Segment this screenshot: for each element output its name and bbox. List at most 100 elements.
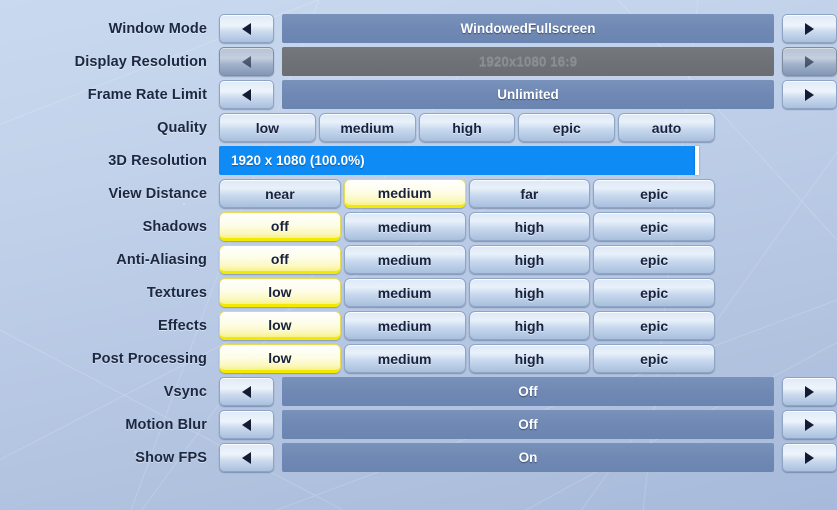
segmented-control-view-distance: near medium far epic xyxy=(219,179,715,208)
prev-frame-rate-limit-button[interactable] xyxy=(219,80,274,109)
next-vsync-button[interactable] xyxy=(782,377,837,406)
option-view-distance-near[interactable]: near xyxy=(219,179,341,208)
setting-row-frame-rate-limit: Frame Rate Limit Unlimited xyxy=(0,78,837,111)
option-quality-medium[interactable]: medium xyxy=(318,113,416,142)
next-window-mode-button[interactable] xyxy=(782,14,837,43)
left-arrow-icon xyxy=(242,88,251,101)
setting-value-display-resolution: 1920x1080 16:9 xyxy=(282,47,774,76)
prev-display-resolution-button xyxy=(219,47,274,76)
option-view-distance-medium[interactable]: medium xyxy=(343,179,466,208)
left-arrow-icon xyxy=(242,55,251,68)
option-effects-epic[interactable]: epic xyxy=(593,311,715,340)
setting-label-show-fps: Show FPS xyxy=(135,449,207,466)
segmented-control-anti-aliasing: off medium high epic xyxy=(219,245,715,274)
option-anti-aliasing-medium[interactable]: medium xyxy=(343,245,466,274)
right-arrow-icon xyxy=(805,385,814,398)
segmented-control-textures: low medium high epic xyxy=(219,278,715,307)
setting-controls-effects: low medium high epic xyxy=(219,311,837,340)
right-arrow-icon xyxy=(805,88,814,101)
setting-controls-anti-aliasing: off medium high epic xyxy=(219,245,837,274)
next-display-resolution-button xyxy=(782,47,837,76)
option-shadows-medium[interactable]: medium xyxy=(343,212,466,241)
setting-controls-3d-resolution: 1920 x 1080 (100.0%) xyxy=(219,146,837,175)
option-effects-high[interactable]: high xyxy=(468,311,591,340)
option-shadows-off[interactable]: off xyxy=(219,212,341,241)
setting-controls-frame-rate-limit: Unlimited xyxy=(219,80,837,109)
setting-label-vsync: Vsync xyxy=(163,383,207,400)
option-shadows-epic[interactable]: epic xyxy=(593,212,715,241)
setting-value-frame-rate-limit[interactable]: Unlimited xyxy=(282,80,774,109)
video-settings-panel: Window Mode WindowedFullscreen Display Res… xyxy=(0,0,837,510)
option-anti-aliasing-high[interactable]: high xyxy=(468,245,591,274)
prev-show-fps-button[interactable] xyxy=(219,443,274,472)
setting-controls-window-mode: WindowedFullscreen xyxy=(219,14,837,43)
option-quality-high[interactable]: high xyxy=(418,113,516,142)
option-quality-epic[interactable]: epic xyxy=(518,113,616,142)
setting-value-window-mode[interactable]: WindowedFullscreen xyxy=(282,14,774,43)
option-post-processing-high[interactable]: high xyxy=(468,344,591,373)
setting-row-effects: Effects low medium high epic xyxy=(0,309,837,342)
setting-row-3d-resolution: 3D Resolution 1920 x 1080 (100.0%) xyxy=(0,144,837,177)
setting-label-quality: Quality xyxy=(157,119,207,136)
setting-row-window-mode: Window Mode WindowedFullscreen xyxy=(0,12,837,45)
setting-controls-shadows: off medium high epic xyxy=(219,212,837,241)
setting-value-motion-blur[interactable]: Off xyxy=(282,410,774,439)
setting-label-post-processing: Post Processing xyxy=(91,350,207,367)
setting-label-frame-rate-limit: Frame Rate Limit xyxy=(87,86,207,103)
option-textures-low[interactable]: low xyxy=(219,278,341,307)
option-anti-aliasing-epic[interactable]: epic xyxy=(593,245,715,274)
setting-controls-vsync: Off xyxy=(219,377,837,406)
next-frame-rate-limit-button[interactable] xyxy=(782,80,837,109)
next-motion-blur-button[interactable] xyxy=(782,410,837,439)
option-quality-low[interactable]: low xyxy=(219,113,316,142)
setting-row-shadows: Shadows off medium high epic xyxy=(0,210,837,243)
option-post-processing-medium[interactable]: medium xyxy=(343,344,466,373)
setting-label-anti-aliasing: Anti-Aliasing xyxy=(116,251,207,268)
setting-row-display-resolution: Display Resolution 1920x1080 16:9 xyxy=(0,45,837,78)
slider-handle-3d-resolution[interactable] xyxy=(695,146,699,175)
right-arrow-icon xyxy=(805,418,814,431)
setting-label-effects: Effects xyxy=(157,317,207,334)
segmented-control-effects: low medium high epic xyxy=(219,311,715,340)
setting-row-anti-aliasing: Anti-Aliasing off medium high epic xyxy=(0,243,837,276)
setting-label-shadows: Shadows xyxy=(142,218,207,235)
option-effects-low[interactable]: low xyxy=(219,311,341,340)
setting-label-view-distance: View Distance xyxy=(108,185,207,202)
option-anti-aliasing-off[interactable]: off xyxy=(219,245,341,274)
option-textures-epic[interactable]: epic xyxy=(593,278,715,307)
setting-controls-show-fps: On xyxy=(219,443,837,472)
prev-motion-blur-button[interactable] xyxy=(219,410,274,439)
setting-row-textures: Textures low medium high epic xyxy=(0,276,837,309)
setting-controls-textures: low medium high epic xyxy=(219,278,837,307)
prev-vsync-button[interactable] xyxy=(219,377,274,406)
right-arrow-icon xyxy=(805,451,814,464)
option-textures-high[interactable]: high xyxy=(468,278,591,307)
setting-controls-quality: low medium high epic auto xyxy=(219,113,837,142)
option-shadows-high[interactable]: high xyxy=(468,212,591,241)
segmented-control-quality: low medium high epic auto xyxy=(219,113,715,142)
option-post-processing-epic[interactable]: epic xyxy=(593,344,715,373)
setting-label-textures: Textures xyxy=(146,284,207,301)
setting-row-vsync: Vsync Off xyxy=(0,375,837,408)
setting-controls-motion-blur: Off xyxy=(219,410,837,439)
option-post-processing-low[interactable]: low xyxy=(219,344,341,373)
left-arrow-icon xyxy=(242,451,251,464)
setting-label-display-resolution: Display Resolution xyxy=(74,53,207,70)
setting-value-vsync[interactable]: Off xyxy=(282,377,774,406)
right-arrow-icon xyxy=(805,22,814,35)
segmented-control-post-processing: low medium high epic xyxy=(219,344,715,373)
option-view-distance-epic[interactable]: epic xyxy=(593,179,715,208)
slider-3d-resolution[interactable]: 1920 x 1080 (100.0%) xyxy=(219,146,699,175)
setting-label-motion-blur: Motion Blur xyxy=(125,416,207,433)
setting-label-3d-resolution: 3D Resolution xyxy=(108,152,207,169)
left-arrow-icon xyxy=(242,385,251,398)
setting-value-show-fps[interactable]: On xyxy=(282,443,774,472)
option-effects-medium[interactable]: medium xyxy=(343,311,466,340)
prev-window-mode-button[interactable] xyxy=(219,14,274,43)
option-quality-auto[interactable]: auto xyxy=(618,113,715,142)
option-textures-medium[interactable]: medium xyxy=(343,278,466,307)
segmented-control-shadows: off medium high epic xyxy=(219,212,715,241)
option-view-distance-far[interactable]: far xyxy=(468,179,591,208)
right-arrow-icon xyxy=(805,55,814,68)
next-show-fps-button[interactable] xyxy=(782,443,837,472)
